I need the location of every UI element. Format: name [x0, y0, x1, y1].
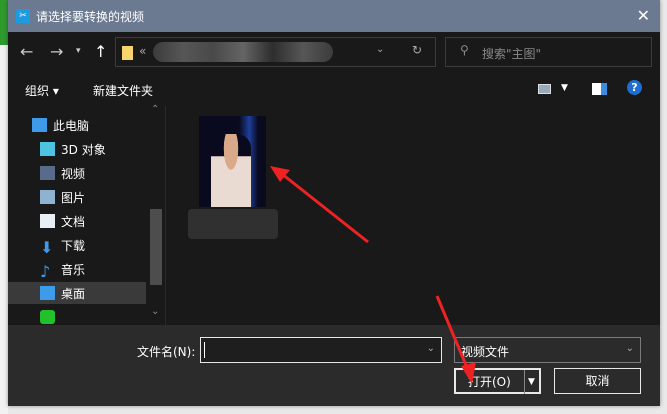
sidebar-item-label: 3D 对象	[61, 142, 106, 157]
search-placeholder: 搜索"主图"	[482, 47, 542, 61]
sidebar-item-label: 图片	[61, 190, 86, 205]
sidebar-item-label: 此电脑	[53, 118, 90, 133]
open-dropdown-icon[interactable]: ▼	[524, 370, 535, 394]
thumbnail-person	[211, 134, 251, 207]
text-cursor	[204, 342, 205, 358]
blurred-file-name[interactable]	[188, 209, 278, 239]
file-type-select[interactable]: 视频文件 ⌄	[454, 337, 641, 363]
document-icon	[40, 214, 55, 228]
sidebar-item-label: 文档	[61, 214, 86, 229]
cancel-button[interactable]: 取消	[554, 368, 641, 394]
background-app-icon	[0, 0, 8, 45]
music-icon: ♪	[40, 262, 51, 281]
title-bar: ✂ 请选择要转换的视频 ✕	[8, 0, 660, 32]
chevron-down-icon[interactable]: ⌄	[427, 343, 435, 354]
chevron-down-icon: ⌄	[625, 343, 634, 354]
sidebar-item-label: 桌面	[61, 286, 86, 301]
close-icon[interactable]: ✕	[637, 6, 650, 25]
sidebar-item-desktop[interactable]: 桌面	[8, 282, 146, 304]
chevron-down-icon[interactable]: ⌄	[376, 44, 384, 55]
sidebar-item-label: 音乐	[61, 262, 86, 277]
new-folder-button[interactable]: 新建文件夹	[93, 82, 153, 99]
command-bar: 组织 ▾ 新建文件夹 ▼ ?	[8, 72, 660, 106]
film-icon	[40, 166, 55, 180]
view-dropdown-icon[interactable]: ▼	[561, 83, 568, 93]
address-bar[interactable]: « ⌄ ↻	[115, 37, 436, 67]
preview-pane-icon[interactable]	[592, 83, 607, 95]
sidebar-item-label: 视频	[61, 166, 86, 181]
iqiyi-icon	[40, 310, 55, 324]
cube-icon	[40, 142, 55, 156]
folder-icon	[122, 46, 133, 60]
sidebar-scrollbar[interactable]: ⌃ ⌄	[148, 104, 164, 325]
app-icon: ✂	[16, 9, 30, 23]
open-button[interactable]: 打开(O) ▼	[454, 368, 541, 394]
scroll-down-icon[interactable]: ⌄	[151, 306, 159, 317]
up-icon[interactable]: ↑	[94, 42, 107, 61]
desktop-icon	[40, 286, 55, 300]
download-icon: ⬇	[40, 238, 54, 257]
navigation-pane: 此电脑 3D 对象 视频 图片 文档 ⬇ 下载 ♪ 音乐 桌面	[8, 106, 166, 325]
dialog-footer: 文件名(N): ⌄ 视频文件 ⌄ 打开(O) ▼ 取消	[8, 325, 660, 406]
sidebar-item-label: 下载	[61, 238, 86, 253]
search-icon: ⚲	[460, 43, 469, 57]
background-window	[0, 0, 8, 414]
filename-input[interactable]: ⌄	[200, 337, 442, 363]
breadcrumb-overflow[interactable]: «	[139, 44, 146, 58]
open-file-dialog: ✂ 请选择要转换的视频 ✕ ← → ▾ ↑ « ⌄ ↻ ⚲ 搜索"主图" 组织 …	[8, 0, 660, 406]
scroll-up-icon[interactable]: ⌃	[151, 104, 159, 115]
navigation-bar: ← → ▾ ↑ « ⌄ ↻ ⚲ 搜索"主图"	[8, 32, 660, 72]
search-input[interactable]: ⚲ 搜索"主图"	[445, 37, 652, 67]
recent-dropdown-icon[interactable]: ▾	[76, 46, 81, 56]
computer-icon	[32, 118, 47, 132]
video-thumbnail[interactable]	[199, 116, 266, 207]
help-icon[interactable]: ?	[627, 80, 642, 95]
scrollbar-thumb[interactable]	[150, 209, 162, 285]
open-label: 打开(O)	[468, 375, 511, 389]
forward-icon[interactable]: →	[50, 42, 63, 61]
view-icon[interactable]	[538, 84, 551, 94]
dialog-title: 请选择要转换的视频	[36, 9, 145, 24]
file-type-value: 视频文件	[461, 345, 510, 359]
file-list	[168, 106, 660, 325]
blurred-path	[153, 42, 333, 62]
organize-button[interactable]: 组织 ▾	[25, 82, 59, 99]
refresh-icon[interactable]: ↻	[412, 43, 422, 57]
filename-label: 文件名(N):	[137, 345, 196, 359]
picture-icon	[40, 190, 55, 204]
back-icon[interactable]: ←	[20, 42, 33, 61]
